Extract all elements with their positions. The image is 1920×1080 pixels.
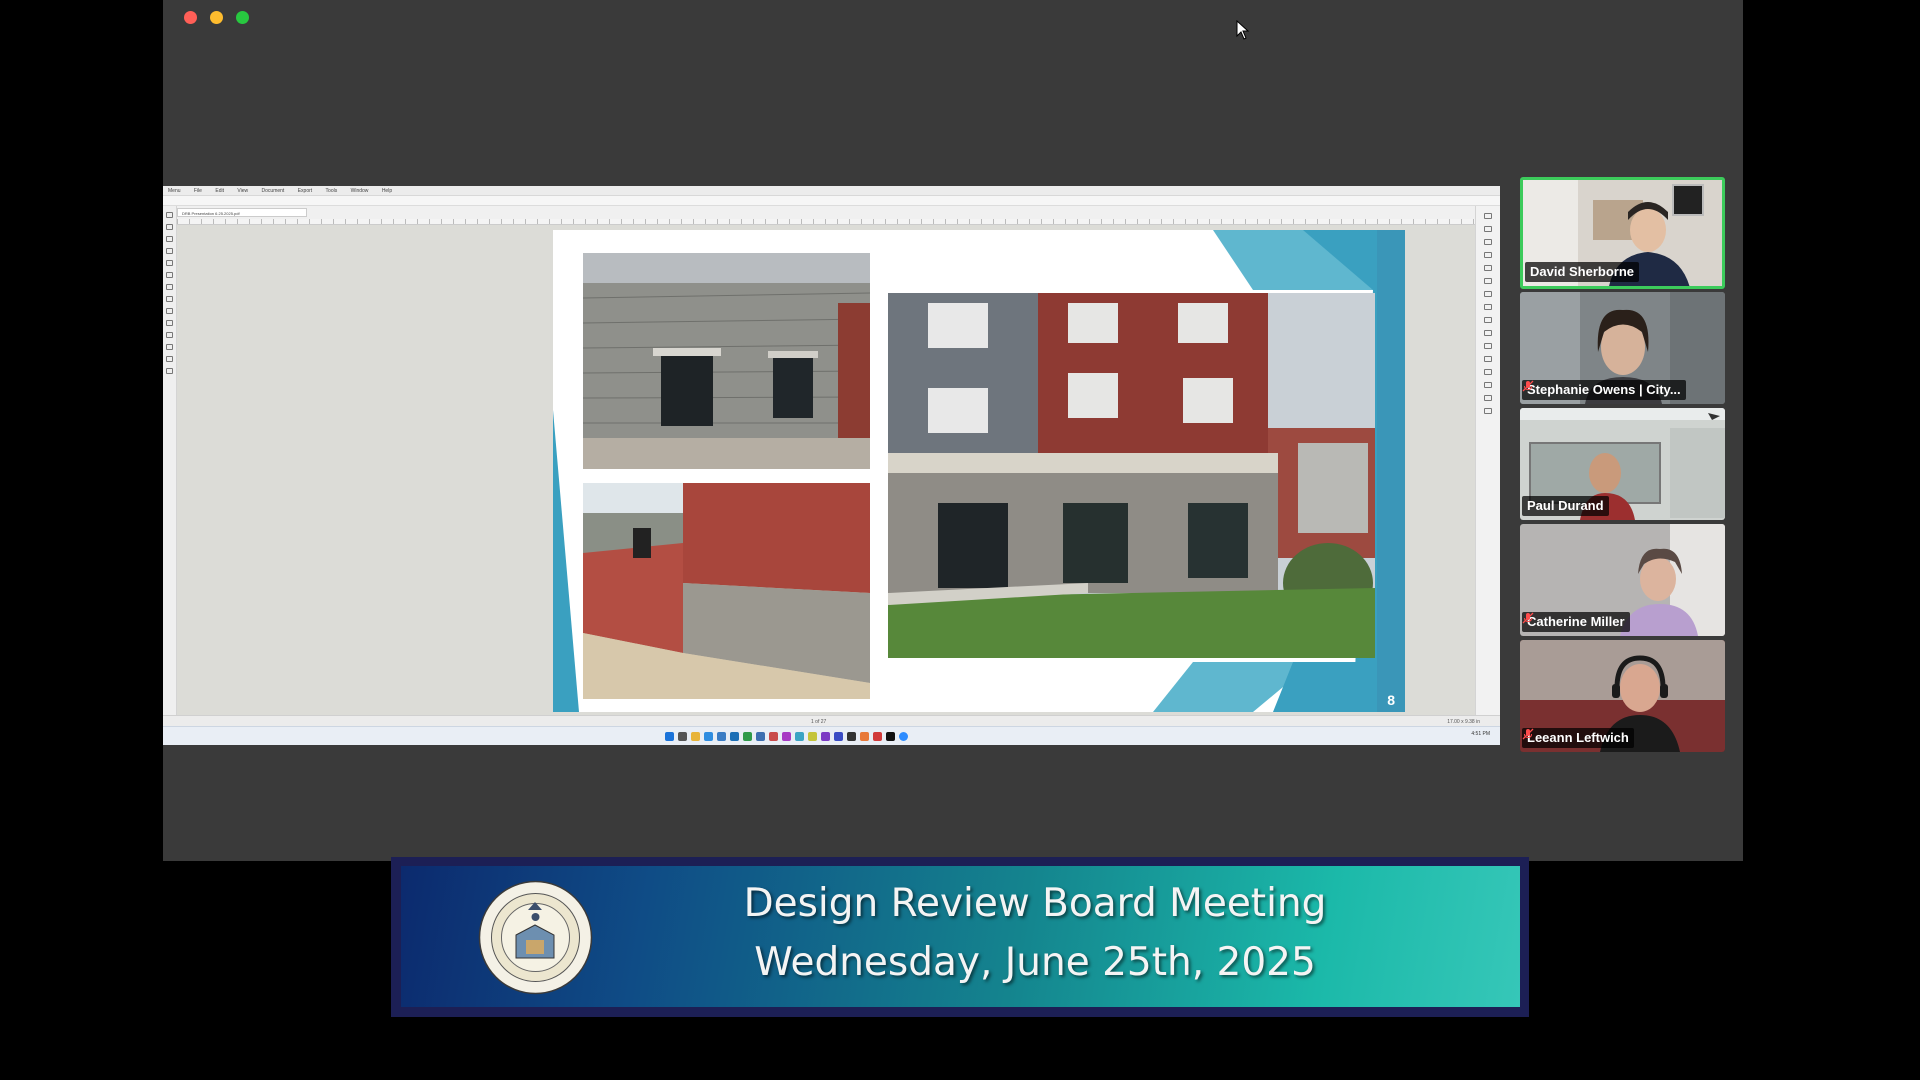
app-icon[interactable] bbox=[730, 732, 739, 741]
window-close-button[interactable] bbox=[184, 11, 197, 24]
app-icon[interactable] bbox=[782, 732, 791, 741]
mic-muted-icon bbox=[1522, 612, 1534, 624]
app-icon[interactable] bbox=[834, 732, 843, 741]
app-icon[interactable] bbox=[860, 732, 869, 741]
tool-icon[interactable] bbox=[166, 224, 173, 230]
page-size-readout: 17.00 x 9.38 in bbox=[1447, 719, 1480, 725]
windows-taskbar: 4:51 PM bbox=[163, 726, 1500, 745]
tool-icon[interactable] bbox=[1484, 330, 1492, 336]
photo-residential-building bbox=[888, 293, 1375, 658]
tool-icon[interactable] bbox=[1484, 239, 1492, 245]
start-icon[interactable] bbox=[665, 732, 674, 741]
window-minimize-button[interactable] bbox=[210, 11, 223, 24]
participant-tile-catherine-miller[interactable]: Catherine Miller bbox=[1520, 524, 1725, 636]
tool-icon[interactable] bbox=[1484, 252, 1492, 258]
tool-icon[interactable] bbox=[1484, 226, 1492, 232]
mic-muted-icon bbox=[1522, 380, 1534, 392]
tool-icon[interactable] bbox=[1484, 291, 1492, 297]
tool-icon[interactable] bbox=[166, 236, 173, 242]
tool-icon[interactable] bbox=[166, 212, 173, 218]
tool-icon[interactable] bbox=[1484, 317, 1492, 323]
mouse-cursor-icon bbox=[1236, 20, 1250, 40]
tool-icon[interactable] bbox=[1484, 213, 1492, 219]
participant-tile-david-sherborne[interactable]: David Sherborne bbox=[1520, 177, 1725, 289]
tool-icon[interactable] bbox=[1484, 382, 1492, 388]
tool-icon[interactable] bbox=[1484, 278, 1492, 284]
app-icon[interactable] bbox=[756, 732, 765, 741]
document-tab[interactable]: DRB Presentation 6.25.2025.pdf bbox=[177, 208, 307, 217]
folder-icon[interactable] bbox=[691, 732, 700, 741]
app-toolbar bbox=[163, 196, 1500, 206]
photo-brick-wall bbox=[583, 483, 870, 699]
menu-item[interactable]: Help bbox=[382, 188, 392, 194]
left-toolbar bbox=[163, 206, 177, 716]
page-indicator[interactable]: 1 of 27 bbox=[811, 719, 826, 725]
app-icon[interactable] bbox=[743, 732, 752, 741]
app-icon[interactable] bbox=[847, 732, 856, 741]
participant-name: Stephanie Owens | City... bbox=[1522, 380, 1686, 400]
participant-tile-paul-durand[interactable]: Paul Durand bbox=[1520, 408, 1725, 520]
tool-icon[interactable] bbox=[1484, 343, 1492, 349]
right-toolbar bbox=[1475, 206, 1500, 716]
tool-icon[interactable] bbox=[1484, 265, 1492, 271]
participant-name: David Sherborne bbox=[1525, 262, 1640, 282]
app-icon[interactable] bbox=[873, 732, 882, 741]
app-menubar: Menu File Edit View Document Export Tool… bbox=[163, 186, 1500, 196]
app-icon[interactable] bbox=[899, 732, 908, 741]
participant-name: Leeann Leftwich bbox=[1522, 728, 1634, 748]
app-statusbar: 1 of 27 17.00 x 9.38 in bbox=[163, 715, 1500, 726]
participant-tile-leeann-leftwich[interactable]: Leeann Leftwich bbox=[1520, 640, 1725, 752]
search-icon[interactable] bbox=[678, 732, 687, 741]
tool-icon[interactable] bbox=[166, 332, 173, 338]
tool-icon[interactable] bbox=[1484, 356, 1492, 362]
tool-icon[interactable] bbox=[166, 296, 173, 302]
menu-item[interactable]: Tools bbox=[326, 188, 338, 194]
tool-icon[interactable] bbox=[166, 284, 173, 290]
menu-item[interactable]: File bbox=[194, 188, 202, 194]
tool-icon[interactable] bbox=[1484, 408, 1492, 414]
app-icon[interactable] bbox=[821, 732, 830, 741]
tool-icon[interactable] bbox=[166, 344, 173, 350]
participant-name: Catherine Miller bbox=[1522, 612, 1630, 632]
tool-icon[interactable] bbox=[166, 272, 173, 278]
tool-icon[interactable] bbox=[1484, 369, 1492, 375]
shared-screen: Menu File Edit View Document Export Tool… bbox=[163, 186, 1500, 745]
app-icon[interactable] bbox=[769, 732, 778, 741]
menu-item[interactable]: Menu bbox=[168, 188, 181, 194]
participant-name: Paul Durand bbox=[1522, 496, 1609, 516]
tool-icon[interactable] bbox=[166, 356, 173, 362]
menu-item[interactable]: Window bbox=[351, 188, 369, 194]
app-icon[interactable] bbox=[717, 732, 726, 741]
tool-icon[interactable] bbox=[166, 368, 173, 374]
presentation-slide: 8 bbox=[553, 230, 1405, 712]
banner-date: Wednesday, June 25th, 2025 bbox=[754, 940, 1316, 985]
app-icon[interactable] bbox=[886, 732, 895, 741]
menu-item[interactable]: Document bbox=[262, 188, 285, 194]
menu-item[interactable]: Export bbox=[298, 188, 312, 194]
window-maximize-button[interactable] bbox=[236, 11, 249, 24]
tool-icon[interactable] bbox=[166, 248, 173, 254]
banner-title: Design Review Board Meeting bbox=[743, 881, 1327, 926]
tool-icon[interactable] bbox=[166, 260, 173, 266]
tool-icon[interactable] bbox=[1484, 304, 1492, 310]
photo-block-wall bbox=[583, 253, 870, 469]
city-seal-icon bbox=[478, 880, 593, 995]
app-icon[interactable] bbox=[808, 732, 817, 741]
tool-icon[interactable] bbox=[166, 320, 173, 326]
tool-icon[interactable] bbox=[1484, 395, 1492, 401]
participant-tile-stephanie-owens[interactable]: Stephanie Owens | City... bbox=[1520, 292, 1725, 404]
mic-muted-icon bbox=[1522, 728, 1534, 740]
slide-number: 8 bbox=[1387, 692, 1395, 708]
menu-item[interactable]: Edit bbox=[215, 188, 224, 194]
taskbar-clock[interactable]: 4:51 PM bbox=[1471, 731, 1490, 737]
browser-icon[interactable] bbox=[704, 732, 713, 741]
menu-item[interactable]: View bbox=[237, 188, 248, 194]
tool-icon[interactable] bbox=[166, 308, 173, 314]
app-icon[interactable] bbox=[795, 732, 804, 741]
